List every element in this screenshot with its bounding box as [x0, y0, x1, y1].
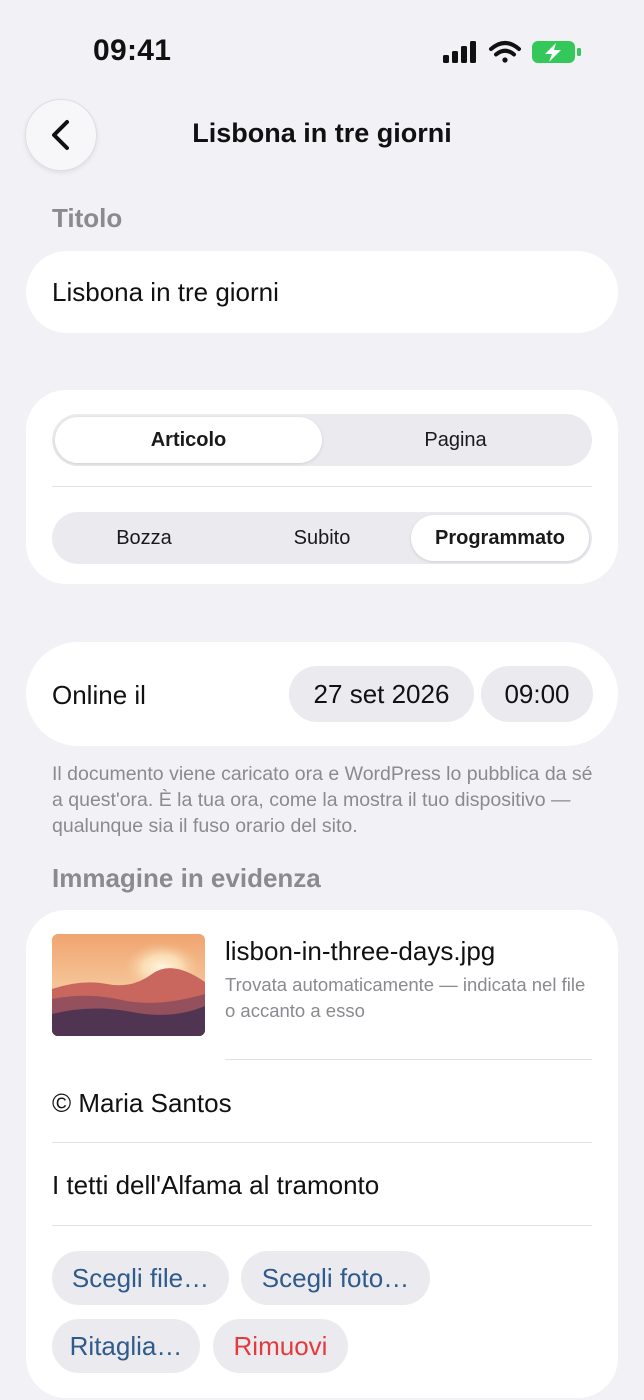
- status-icons: [443, 41, 581, 63]
- segment-programmato[interactable]: Programmato: [411, 515, 589, 561]
- publish-segmented-control: Bozza Subito Programmato: [52, 512, 592, 564]
- segment-bozza[interactable]: Bozza: [55, 515, 233, 561]
- battery-charging-icon: [532, 41, 581, 63]
- file-name: lisbon-in-three-days.jpg: [225, 936, 496, 966]
- status-bar: 09:41: [0, 0, 644, 100]
- nav-title: Lisbona in tre giorni: [192, 118, 452, 148]
- remove-button[interactable]: Rimuovi: [213, 1319, 348, 1373]
- choose-photo-button[interactable]: Scegli foto…: [241, 1251, 430, 1305]
- crop-button[interactable]: Ritaglia…: [52, 1319, 200, 1373]
- back-button[interactable]: [25, 99, 97, 171]
- caption-field[interactable]: I tetti dell'Alfama al tramonto: [52, 1170, 379, 1201]
- date-picker[interactable]: 27 set 2026: [289, 666, 474, 722]
- choose-file-button[interactable]: Scegli file…: [52, 1251, 229, 1305]
- credit-field[interactable]: © Maria Santos: [52, 1088, 232, 1119]
- featured-image-section-label: Immagine in evidenza: [52, 863, 321, 893]
- title-input[interactable]: Lisbona in tre giorni: [26, 251, 618, 333]
- schedule-note: Il documento viene caricato ora e WordPr…: [52, 763, 593, 837]
- featured-image-card: lisbon-in-three-days.jpg Trovata automat…: [26, 910, 618, 1398]
- schedule-card: Online il 27 set 2026 09:00: [26, 642, 618, 746]
- cellular-signal-icon: [443, 41, 476, 63]
- divider: [52, 1225, 592, 1226]
- chevron-left-icon: [52, 120, 69, 150]
- segment-subito[interactable]: Subito: [233, 515, 411, 561]
- divider: [52, 486, 592, 487]
- type-segmented-control: Articolo Pagina: [52, 414, 592, 466]
- status-time: 09:41: [93, 34, 172, 67]
- divider: [225, 1059, 592, 1060]
- segment-articolo[interactable]: Articolo: [55, 417, 322, 463]
- image-thumbnail[interactable]: [52, 934, 205, 1036]
- schedule-label: Online il: [52, 680, 146, 710]
- time-picker[interactable]: 09:00: [481, 666, 593, 722]
- wifi-icon: [489, 41, 521, 63]
- segment-pagina[interactable]: Pagina: [322, 417, 589, 463]
- file-description: Trovata automaticamente — indicata nel f…: [225, 974, 586, 1021]
- title-section-label: Titolo: [52, 203, 123, 233]
- type-and-publish-card: Articolo Pagina Bozza Subito Programmato: [26, 390, 618, 584]
- divider: [52, 1142, 592, 1143]
